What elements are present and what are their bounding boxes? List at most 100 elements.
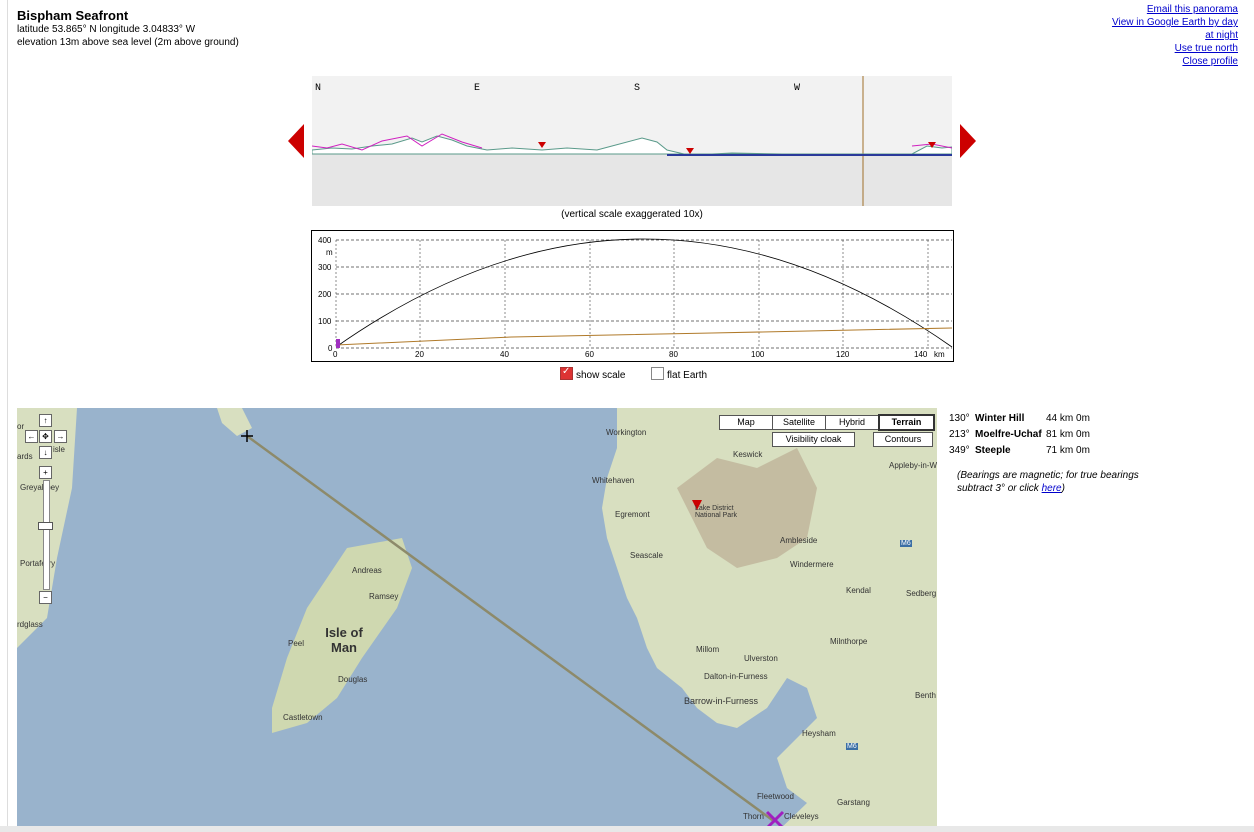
map-label: Ulverston — [744, 654, 778, 663]
contours-button[interactable]: Contours — [873, 432, 933, 447]
map-terrain — [17, 408, 937, 832]
x-tick: 120 — [836, 350, 850, 359]
bearing-note: (Bearings are magnetic; for true bearing… — [957, 469, 1157, 495]
left-border — [7, 0, 8, 832]
map-view[interactable]: Workington Keswick Appleby-in-W Whitehav… — [17, 408, 937, 832]
compass-s: S — [634, 83, 640, 94]
map-label: Heysham — [802, 729, 836, 738]
map-label: Barrow-in-Furness — [684, 696, 759, 706]
y-tick: 100 — [318, 317, 332, 326]
email-panorama-link[interactable]: Email this panorama — [1112, 3, 1238, 16]
pan-up-icon[interactable]: ↑ — [39, 414, 52, 427]
bearing-note-link[interactable]: here — [1042, 483, 1062, 494]
map-label: Douglas — [338, 675, 368, 684]
peak-name: Winter Hill — [975, 413, 1025, 424]
map-label: ards — [17, 452, 33, 461]
isle-of-man-label: Isle of Man — [325, 625, 363, 655]
pan-down-icon[interactable]: ↓ — [39, 446, 52, 459]
pan-left-icon[interactable]: ← — [25, 430, 38, 443]
visibility-cloak-button[interactable]: Visibility cloak — [772, 432, 855, 447]
google-earth-day-link[interactable]: View in Google Earth by day — [1112, 16, 1238, 29]
flat-earth-checkbox[interactable] — [651, 367, 665, 380]
motorway-label: M6 — [846, 743, 858, 750]
page-title: Bispham Seafront — [17, 8, 129, 23]
map-label: Andreas — [352, 566, 382, 575]
map-label: Egremont — [615, 510, 650, 519]
map-label: Fleetwood — [757, 792, 794, 801]
peak-distance: 71 km 0m — [1046, 445, 1090, 456]
zoom-in-button[interactable]: + — [39, 466, 52, 479]
map-label: isle — [53, 445, 66, 454]
map-label: Benth — [915, 691, 936, 700]
map-label: Keswick — [733, 450, 763, 459]
action-links: Email this panorama View in Google Earth… — [1112, 3, 1238, 68]
pan-left-arrow-icon[interactable] — [288, 124, 304, 158]
compass-n: N — [315, 83, 321, 94]
map-label: Seascale — [630, 551, 663, 560]
x-tick: 0 — [333, 350, 338, 359]
peak-name: Steeple — [975, 445, 1011, 456]
google-earth-night-link[interactable]: at night — [1112, 29, 1238, 42]
earth-curvature-line — [335, 238, 953, 348]
map-label: Castletown — [283, 713, 323, 722]
compass-w: W — [794, 83, 800, 94]
motorway-label: M6 — [900, 540, 912, 547]
x-tick: 100 — [751, 350, 765, 359]
pan-right-icon[interactable]: → — [54, 430, 67, 443]
zoom-slider-handle[interactable] — [38, 522, 53, 530]
peak-name: Moelfre-Uchaf — [975, 429, 1042, 440]
x-tick: 140 — [914, 350, 928, 359]
map-label: Kendal — [846, 586, 871, 595]
map-label: Lake District National Park — [695, 505, 738, 519]
sightline — [335, 327, 953, 346]
visible-peaks-list: 130° Winter Hill 44 km 0m 213° Moelfre-U… — [949, 411, 1090, 459]
peak-row[interactable]: 130° Winter Hill 44 km 0m — [949, 411, 1090, 427]
map-label: Ambleside — [780, 536, 818, 545]
map-type-hybrid-button[interactable]: Hybrid — [825, 415, 879, 430]
peak-bearing: 213° — [949, 429, 970, 440]
map-type-map-button[interactable]: Map — [719, 415, 773, 430]
map-label: Sedberg — [906, 589, 937, 598]
peak-bearing: 349° — [949, 445, 970, 456]
map-label: rdglass — [17, 620, 43, 629]
flat-earth-label: flat Earth — [667, 370, 708, 381]
x-tick: 40 — [500, 350, 509, 359]
elevation-profile: 400 m 300 200 100 0 0 20 40 60 80 100 12… — [311, 230, 954, 362]
y-tick: 400 — [318, 236, 332, 245]
close-profile-link[interactable]: Close profile — [1112, 55, 1238, 68]
panorama-view[interactable]: N E S W — [311, 76, 953, 206]
show-scale-label: show scale — [576, 370, 626, 381]
bearing-note-close: ) — [1061, 483, 1065, 494]
peak-distance: 81 km 0m — [1046, 429, 1090, 440]
bottom-scrollbar[interactable] — [0, 826, 1254, 832]
peak-row[interactable]: 349° Steeple 71 km 0m — [949, 443, 1090, 459]
observer-marker — [336, 339, 340, 348]
coordinates: latitude 53.865° N longitude 3.04833° W — [17, 24, 196, 35]
true-north-link[interactable]: Use true north — [1112, 42, 1238, 55]
map-label: Milnthorpe — [830, 637, 868, 646]
map-label: Ramsey — [369, 592, 399, 601]
map-label: Appleby-in-W — [889, 461, 937, 470]
map-label: Thorn — [743, 812, 764, 821]
pan-right-arrow-icon[interactable] — [960, 124, 976, 158]
map-label: Peel — [288, 639, 305, 648]
map-label: Workington — [606, 428, 647, 437]
map-label: Greyabbey — [20, 483, 60, 492]
map-type-satellite-button[interactable]: Satellite — [772, 415, 826, 430]
x-tick: 60 — [585, 350, 594, 359]
zoom-out-button[interactable]: − — [39, 591, 52, 604]
map-label: or — [17, 422, 25, 431]
profile-options: show scale flat Earth — [560, 366, 708, 381]
peak-distance: 44 km 0m — [1046, 413, 1090, 424]
map-type-terrain-button[interactable]: Terrain — [878, 414, 935, 431]
show-scale-checkbox[interactable] — [560, 366, 573, 380]
x-tick: 20 — [415, 350, 424, 359]
peak-row[interactable]: 213° Moelfre-Uchaf 81 km 0m — [949, 427, 1090, 443]
map-label: Dalton-in-Furness — [704, 672, 768, 681]
zoom-slider-track[interactable] — [43, 480, 50, 590]
pan-center-icon[interactable]: ✥ — [39, 430, 52, 443]
map-label: Windermere — [790, 560, 834, 569]
y-unit: m — [326, 248, 333, 257]
profile-graphic: 400 m 300 200 100 0 0 20 40 60 80 100 12… — [318, 236, 953, 359]
x-tick: 80 — [669, 350, 678, 359]
